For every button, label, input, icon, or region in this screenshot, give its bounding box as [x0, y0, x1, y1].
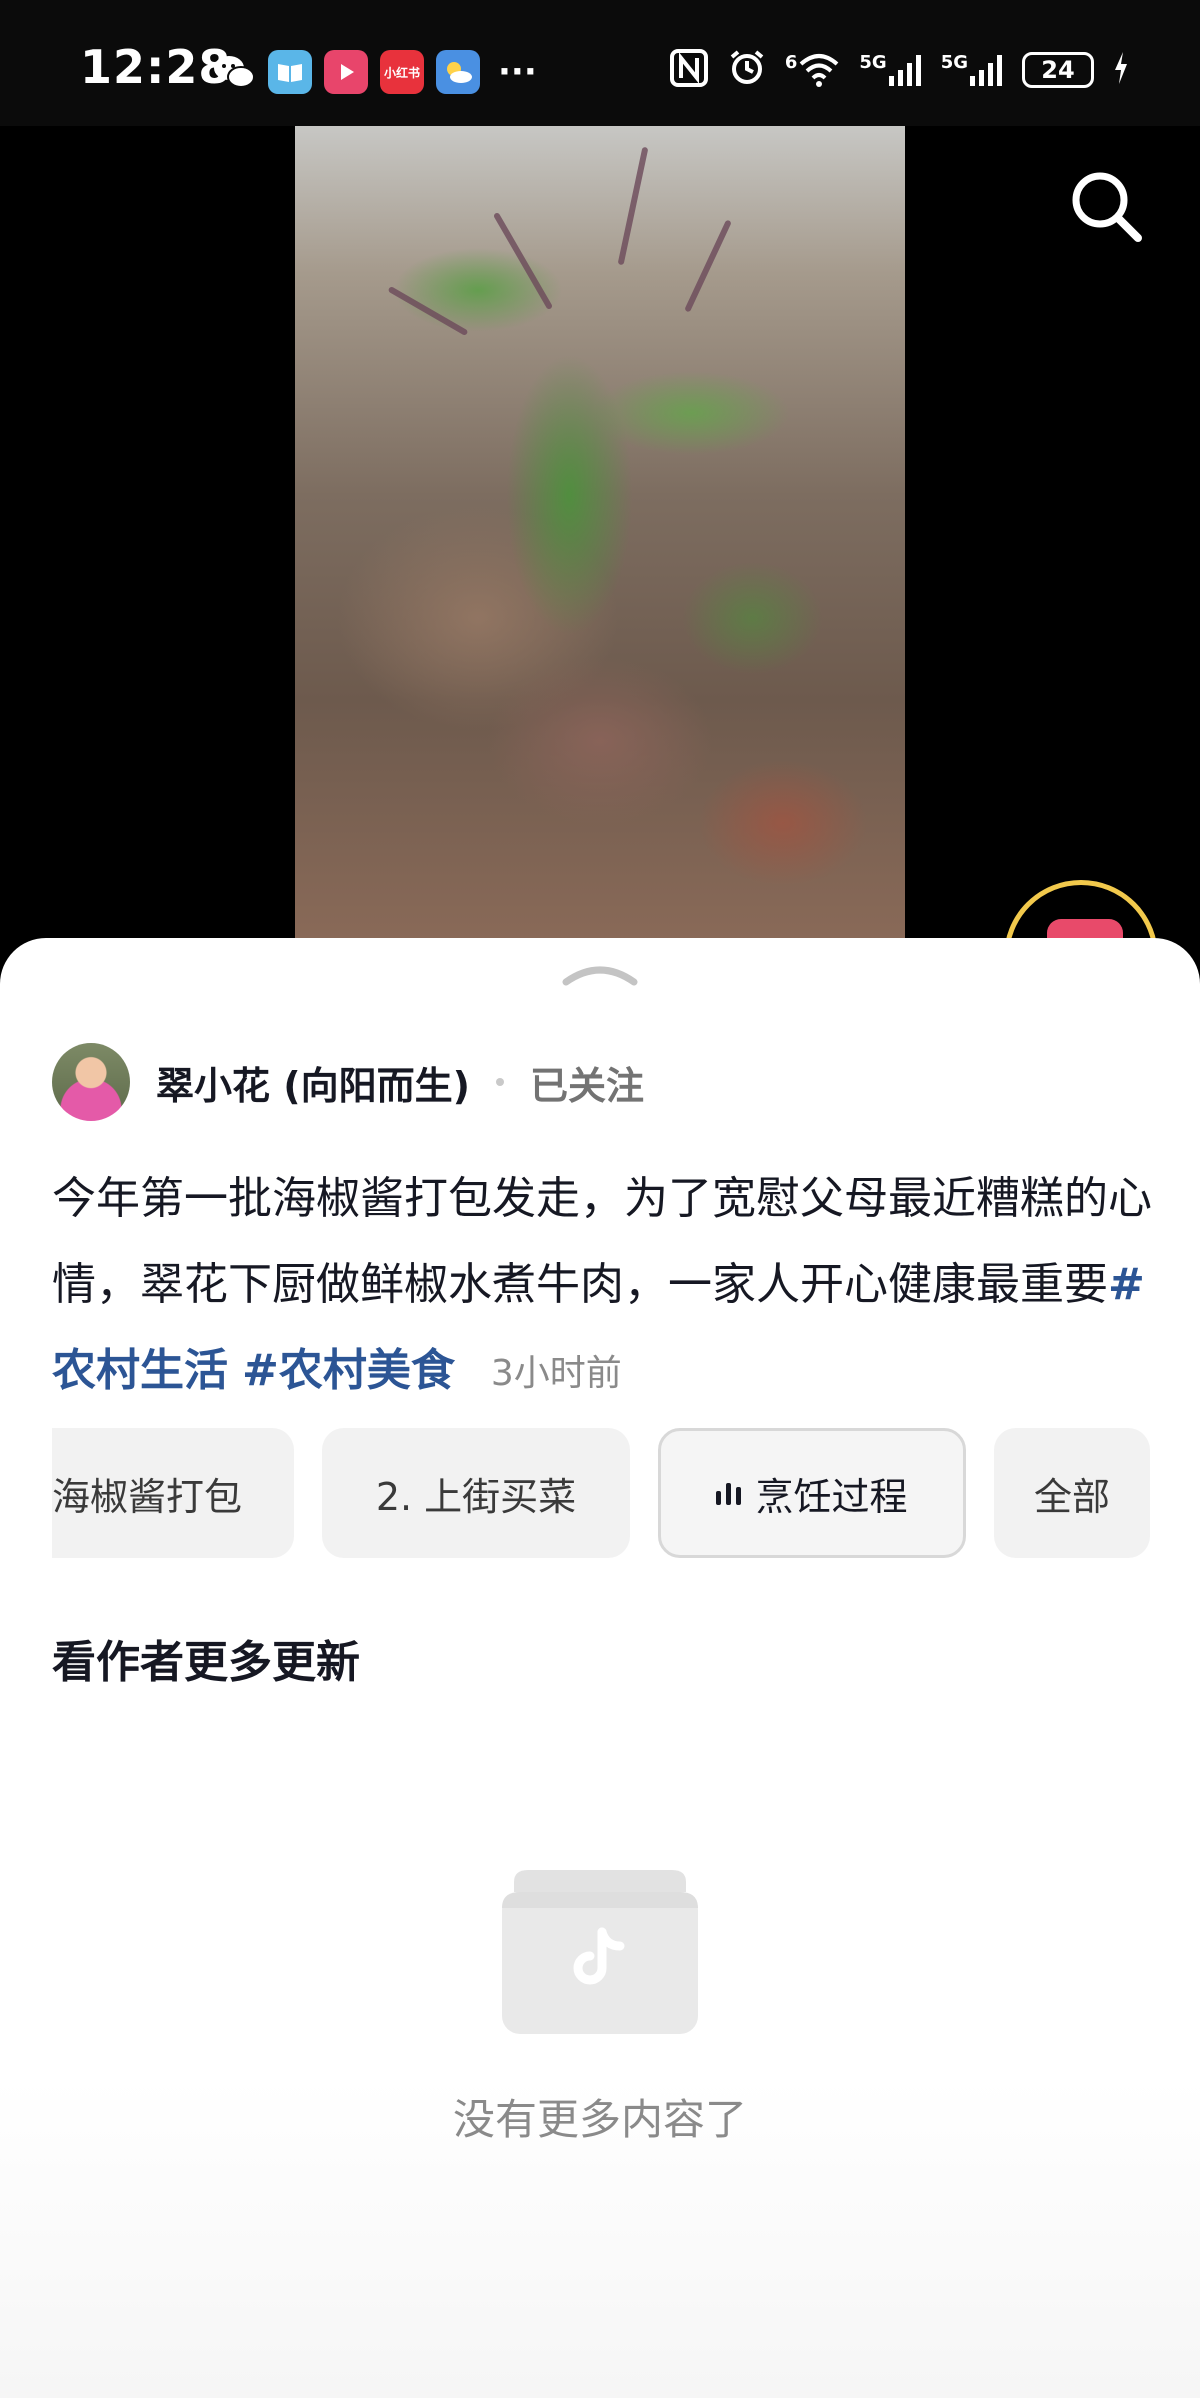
book-app-icon: [268, 50, 312, 94]
cell-signal-1-label: 5G: [859, 52, 887, 73]
author-name[interactable]: 翠小花 (向阳而生): [156, 1055, 470, 1110]
wechat-icon: [212, 50, 256, 94]
chapter-label: 全部: [1033, 1474, 1110, 1519]
status-time: 12:28: [80, 40, 232, 94]
xiaohongshu-icon: 小红书: [380, 50, 424, 94]
tiktok-folder-icon: [502, 1868, 698, 2036]
cell-signal-2-label: 5G: [940, 52, 968, 73]
avatar[interactable]: [52, 1043, 130, 1121]
chapter-item[interactable]: 海椒酱打包: [52, 1428, 294, 1558]
cell-signal-2-icon: 5G: [941, 52, 1004, 88]
nfc-icon: [669, 48, 709, 92]
details-sheet: 翠小花 (向阳而生) 已关注 今年第一批海椒酱打包发走，为了宽慰父母最近糟糕的心…: [0, 938, 1200, 2398]
chapter-label: 烹饪过程: [755, 1474, 908, 1519]
status-indicators: 6 5G 5G 24: [669, 48, 1130, 92]
empty-state-text: 没有更多内容了: [452, 2095, 747, 2144]
audio-bars-icon: [716, 1481, 742, 1505]
video-description: 今年第一批海椒酱打包发走，为了宽慰父母最近糟糕的心情，翠花下厨做鲜椒水煮牛肉，一…: [52, 1156, 1162, 1417]
chapter-item[interactable]: 2. 上街买菜: [322, 1428, 630, 1558]
video-frame-food: [295, 126, 905, 946]
weather-icon: [436, 50, 480, 94]
status-bar: 12:28 小红书 ··· 6 5G 5G 24: [0, 0, 1200, 126]
section-title: 看作者更多更新: [52, 1637, 360, 1688]
alarm-icon: [727, 48, 767, 92]
wifi-icon: 6: [785, 52, 842, 88]
author-row: 翠小花 (向阳而生) 已关注: [52, 1042, 644, 1122]
chapter-all-button[interactable]: 全部: [994, 1428, 1150, 1558]
charging-icon: [1112, 50, 1130, 90]
battery-indicator: 24: [1022, 52, 1094, 88]
description-text: 今年第一批海椒酱打包发走，为了宽慰父母最近糟糕的心情，翠花下厨做鲜椒水煮牛肉，一…: [52, 1173, 1152, 1310]
video-player[interactable]: [0, 126, 1200, 946]
video-app-icon: [324, 50, 368, 94]
chapter-item-active[interactable]: 烹饪过程: [658, 1428, 966, 1558]
status-more-icon: ···: [498, 52, 537, 92]
wifi-label: 6: [784, 52, 798, 73]
cell-signal-1-icon: 5G: [859, 52, 922, 88]
hashtag-link[interactable]: #农村美食: [242, 1345, 455, 1396]
chevron-up-icon[interactable]: [562, 964, 638, 986]
post-time: 3小时前: [490, 1353, 622, 1394]
chapter-label: 海椒酱打包: [52, 1474, 242, 1519]
search-icon[interactable]: [1064, 164, 1148, 248]
chapter-label: 2. 上街买菜: [375, 1474, 577, 1519]
status-app-icons: 小红书 ···: [212, 50, 537, 94]
chapter-list: 海椒酱打包 2. 上街买菜 烹饪过程 全部: [52, 1428, 1152, 1560]
dot-separator: [495, 1078, 504, 1086]
follow-status-button[interactable]: 已关注: [530, 1055, 644, 1110]
